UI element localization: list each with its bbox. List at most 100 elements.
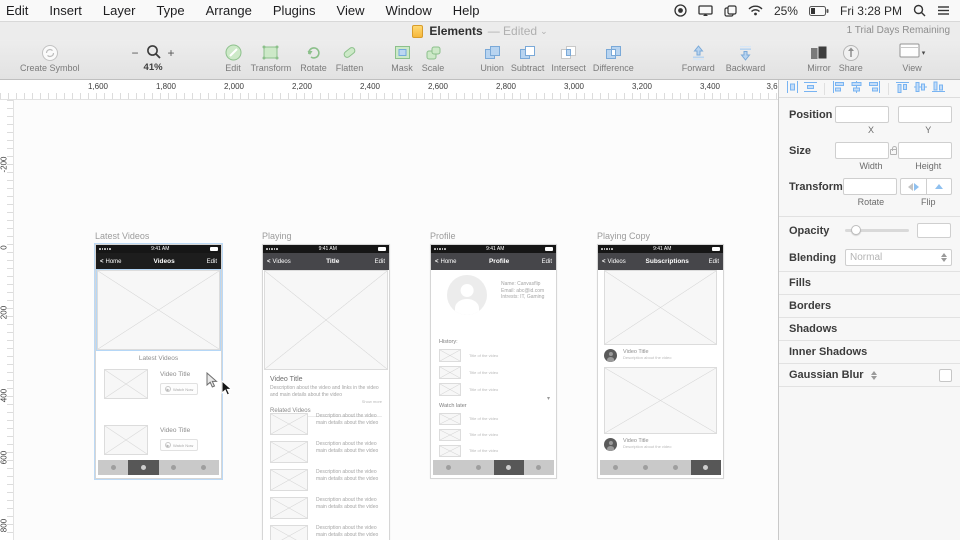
section-shadows[interactable]: Shadows xyxy=(779,317,960,340)
show-more-link[interactable]: Show more xyxy=(270,399,382,404)
thumbnail-placeholder[interactable] xyxy=(270,497,308,519)
related-video-item[interactable]: Description about the video main details… xyxy=(270,441,382,463)
thumbnail-placeholder[interactable] xyxy=(270,525,308,540)
view-dropdown-arrow-icon[interactable]: ▾ xyxy=(922,49,926,57)
align-top-icon[interactable] xyxy=(896,81,909,96)
tab-item[interactable] xyxy=(600,460,630,475)
flatten-button[interactable]: Flatten xyxy=(336,43,363,73)
history-item[interactable]: Title of the video xyxy=(439,383,548,396)
forward-button[interactable]: Forward xyxy=(682,43,715,73)
horizontal-ruler[interactable]: 1,600 1,800 2,000 2,200 2,400 2,600 2,80… xyxy=(0,80,778,100)
spotlight-search-icon[interactable] xyxy=(913,4,926,17)
tab-item-active[interactable] xyxy=(493,460,524,475)
align-right-icon[interactable] xyxy=(868,81,881,96)
tab-item[interactable] xyxy=(159,460,189,475)
artboard-title[interactable]: Profile xyxy=(430,231,557,241)
thumbnail-placeholder[interactable] xyxy=(439,383,461,396)
artboard-title[interactable]: Playing xyxy=(262,231,390,241)
lock-ratio-icon[interactable] xyxy=(889,146,897,155)
nav-back[interactable]: < Videos xyxy=(267,259,291,265)
wifi-icon[interactable] xyxy=(748,5,763,16)
watch-now-button[interactable]: ▶ Watch Now xyxy=(160,383,199,395)
blending-select[interactable]: Normal xyxy=(845,249,952,266)
thumbnail-placeholder[interactable] xyxy=(439,429,461,441)
menu-view[interactable]: View xyxy=(337,3,365,18)
flip-horizontal-button[interactable] xyxy=(900,178,926,195)
zoom-out-button[interactable]: − xyxy=(132,46,139,60)
display-icon[interactable] xyxy=(698,4,713,17)
width-input[interactable] xyxy=(834,142,889,159)
nav-edit[interactable]: Edit xyxy=(207,259,217,265)
thumbnail-placeholder[interactable] xyxy=(104,425,148,455)
menu-plugins[interactable]: Plugins xyxy=(273,3,316,18)
nav-edit[interactable]: Edit xyxy=(709,259,719,265)
related-video-item[interactable]: Description about the video main details… xyxy=(270,497,382,519)
rotate-input[interactable] xyxy=(842,178,897,195)
phone-frame[interactable]: 9:41 AM < Videos Title Edit Video Title D… xyxy=(262,244,390,540)
menu-insert[interactable]: Insert xyxy=(49,3,82,18)
video-player-placeholder[interactable] xyxy=(604,270,717,345)
menu-layer[interactable]: Layer xyxy=(103,3,136,18)
menu-clock[interactable]: Fri 3:28 PM xyxy=(840,4,902,18)
tab-item[interactable] xyxy=(661,460,691,475)
tab-item-active[interactable] xyxy=(128,460,159,475)
profile-avatar[interactable] xyxy=(447,275,487,315)
tab-item[interactable] xyxy=(433,460,463,475)
watch-now-button[interactable]: ▶ Watch Now xyxy=(160,439,199,451)
watch-later-item[interactable]: Title of the video xyxy=(439,445,548,457)
channel-row[interactable]: Video Title Description about the video xyxy=(604,438,717,454)
history-item[interactable]: Title of the video xyxy=(439,349,548,362)
gaussian-blur-checkbox[interactable] xyxy=(939,368,952,382)
opacity-slider-knob[interactable] xyxy=(851,225,861,235)
section-inner-shadows[interactable]: Inner Shadows xyxy=(779,340,960,363)
tab-bar[interactable] xyxy=(98,460,219,475)
thumbnail-placeholder[interactable] xyxy=(104,369,148,399)
menu-arrange[interactable]: Arrange xyxy=(206,3,252,18)
thumbnail-placeholder[interactable] xyxy=(439,445,461,457)
artboard-title[interactable]: Latest Videos xyxy=(95,231,222,241)
phone-frame[interactable]: 9:41 AM < Home Profile Edit Name: Canvasf… xyxy=(430,244,557,479)
distribute-horizontal-icon[interactable] xyxy=(786,81,799,96)
view-button[interactable]: ▾ View xyxy=(899,43,926,73)
opacity-slider[interactable] xyxy=(845,225,909,235)
nav-back[interactable]: < Home xyxy=(435,259,457,265)
watch-later-item[interactable]: Title of the video xyxy=(439,413,548,425)
thumbnail-placeholder[interactable] xyxy=(439,349,461,362)
create-symbol-button[interactable]: Create Symbol xyxy=(20,43,80,73)
artboard-playing-copy[interactable]: Playing Copy 9:41 AM < Videos Subscriptio… xyxy=(597,231,724,479)
rotate-button[interactable]: Rotate xyxy=(300,43,327,73)
related-video-item[interactable]: Description about the video main details… xyxy=(270,525,382,540)
phone-frame[interactable]: 9:41 AM < Videos Subscriptions Edit Video… xyxy=(597,244,724,479)
artboard-profile[interactable]: Profile 9:41 AM < Home Profile Edit Name:… xyxy=(430,231,557,479)
nav-back[interactable]: < Videos xyxy=(602,259,626,265)
nav-back[interactable]: < Home xyxy=(100,259,122,265)
title-chevron-icon[interactable]: ⌄ xyxy=(540,26,548,37)
align-bottom-icon[interactable] xyxy=(932,81,945,96)
opacity-input[interactable] xyxy=(917,223,951,238)
menu-edit[interactable]: Edit xyxy=(6,3,28,18)
flip-vertical-button[interactable] xyxy=(926,178,952,195)
section-borders[interactable]: Borders xyxy=(779,294,960,317)
sync-icon[interactable] xyxy=(724,4,737,17)
phone-frame[interactable]: 9:41 AM < Home Videos Edit Latest Videos … xyxy=(95,244,222,479)
design-canvas[interactable]: Latest Videos 9:41 AM < Home Videos Edit … xyxy=(14,100,778,540)
subtract-button[interactable]: Subtract xyxy=(511,43,544,73)
artboard-title[interactable]: Playing Copy xyxy=(597,231,724,241)
notification-center-icon[interactable] xyxy=(937,5,950,16)
history-item[interactable]: Title of the video xyxy=(439,366,548,379)
thumbnail-placeholder[interactable] xyxy=(270,469,308,491)
align-center-horizontal-icon[interactable] xyxy=(850,81,863,96)
union-button[interactable]: Union xyxy=(480,43,504,73)
distribute-vertical-icon[interactable] xyxy=(804,81,817,96)
backward-button[interactable]: Backward xyxy=(726,43,765,73)
watch-later-item[interactable]: Title of the video xyxy=(439,429,548,441)
align-middle-vertical-icon[interactable] xyxy=(914,81,927,96)
tab-item[interactable] xyxy=(463,460,493,475)
tab-item[interactable] xyxy=(98,460,128,475)
position-y-input[interactable] xyxy=(898,106,952,123)
scale-button[interactable]: Scale xyxy=(422,43,444,73)
position-x-input[interactable] xyxy=(834,106,889,123)
thumbnail-placeholder[interactable] xyxy=(270,441,308,463)
mask-button[interactable]: Mask xyxy=(391,43,413,73)
nav-edit[interactable]: Edit xyxy=(542,259,552,265)
